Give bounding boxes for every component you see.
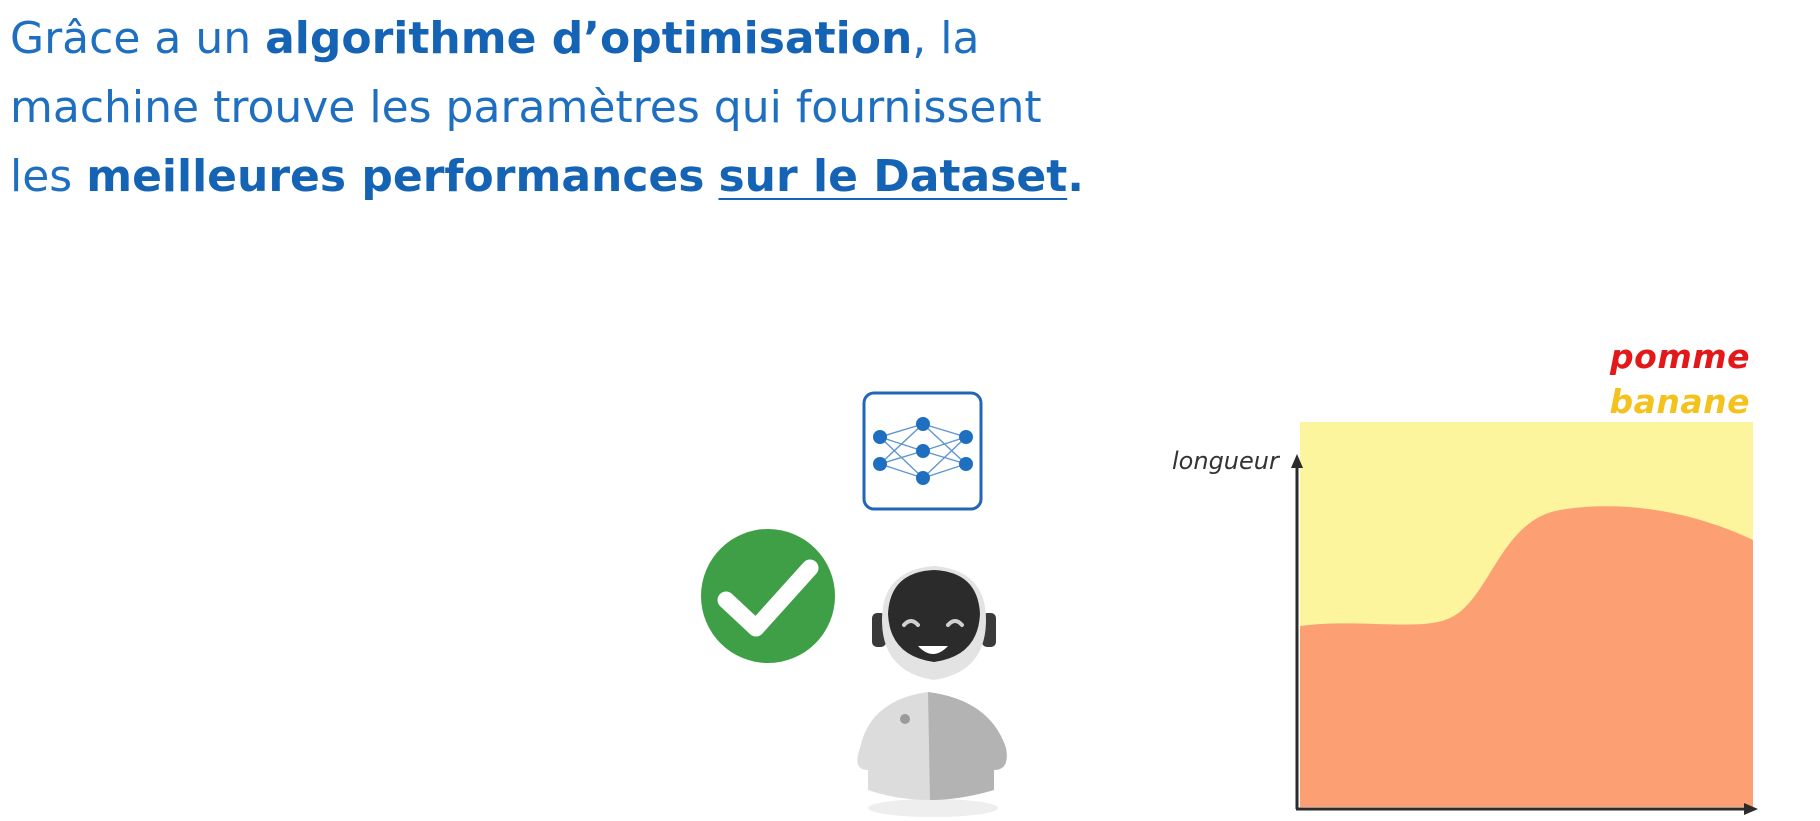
classification-chart	[1291, 422, 1758, 815]
legend-pomme: pomme	[1610, 337, 1750, 376]
checkmark-icon	[701, 529, 835, 663]
neural-network-icon	[862, 391, 983, 511]
robot-icon	[857, 566, 1007, 817]
illustration-layer	[701, 391, 1758, 817]
legend-banane: banane	[1609, 382, 1750, 421]
y-axis-label: longueur	[1172, 447, 1279, 475]
